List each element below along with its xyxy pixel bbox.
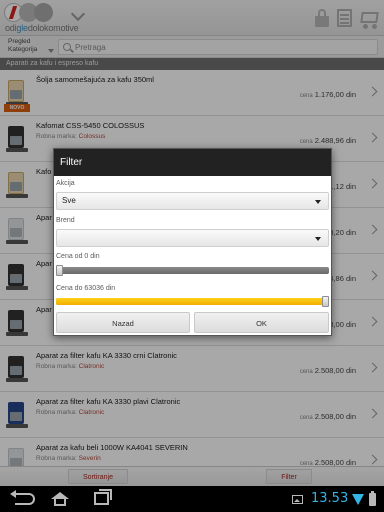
back-icon[interactable] [10, 490, 35, 505]
promo-select-value: Sve [62, 196, 76, 205]
min-price-label: Cena od 0 din [56, 253, 100, 260]
battery-icon [369, 491, 376, 506]
slider-thumb[interactable] [56, 265, 63, 276]
dialog-title: Filter [54, 149, 331, 176]
ok-button[interactable]: OK [194, 312, 329, 333]
chevron-down-icon [315, 237, 321, 241]
slider-track [56, 267, 329, 274]
max-price-slider[interactable] [56, 296, 329, 307]
gallery-icon [292, 495, 303, 504]
max-price-label: Cena do 63036 din [56, 285, 116, 292]
brand-filter-label: Brend [56, 217, 75, 224]
slider-fill [56, 298, 329, 305]
recent-apps-icon[interactable] [94, 489, 112, 505]
back-button[interactable]: Nazad [56, 312, 190, 333]
promo-label: Akcija [56, 180, 75, 187]
wifi-icon [352, 494, 364, 506]
slider-thumb[interactable] [322, 296, 329, 307]
status-clock: 13.53 [311, 491, 349, 506]
min-price-slider[interactable] [56, 265, 329, 276]
system-nav-bar: 13.53 [0, 486, 384, 512]
chevron-down-icon [315, 200, 321, 204]
promo-select[interactable]: Sve [56, 192, 329, 210]
filter-dialog: Filter Akcija Sve Brend Cena od 0 din Ce… [53, 148, 332, 336]
home-icon[interactable] [51, 492, 69, 506]
brand-select[interactable] [56, 229, 329, 247]
